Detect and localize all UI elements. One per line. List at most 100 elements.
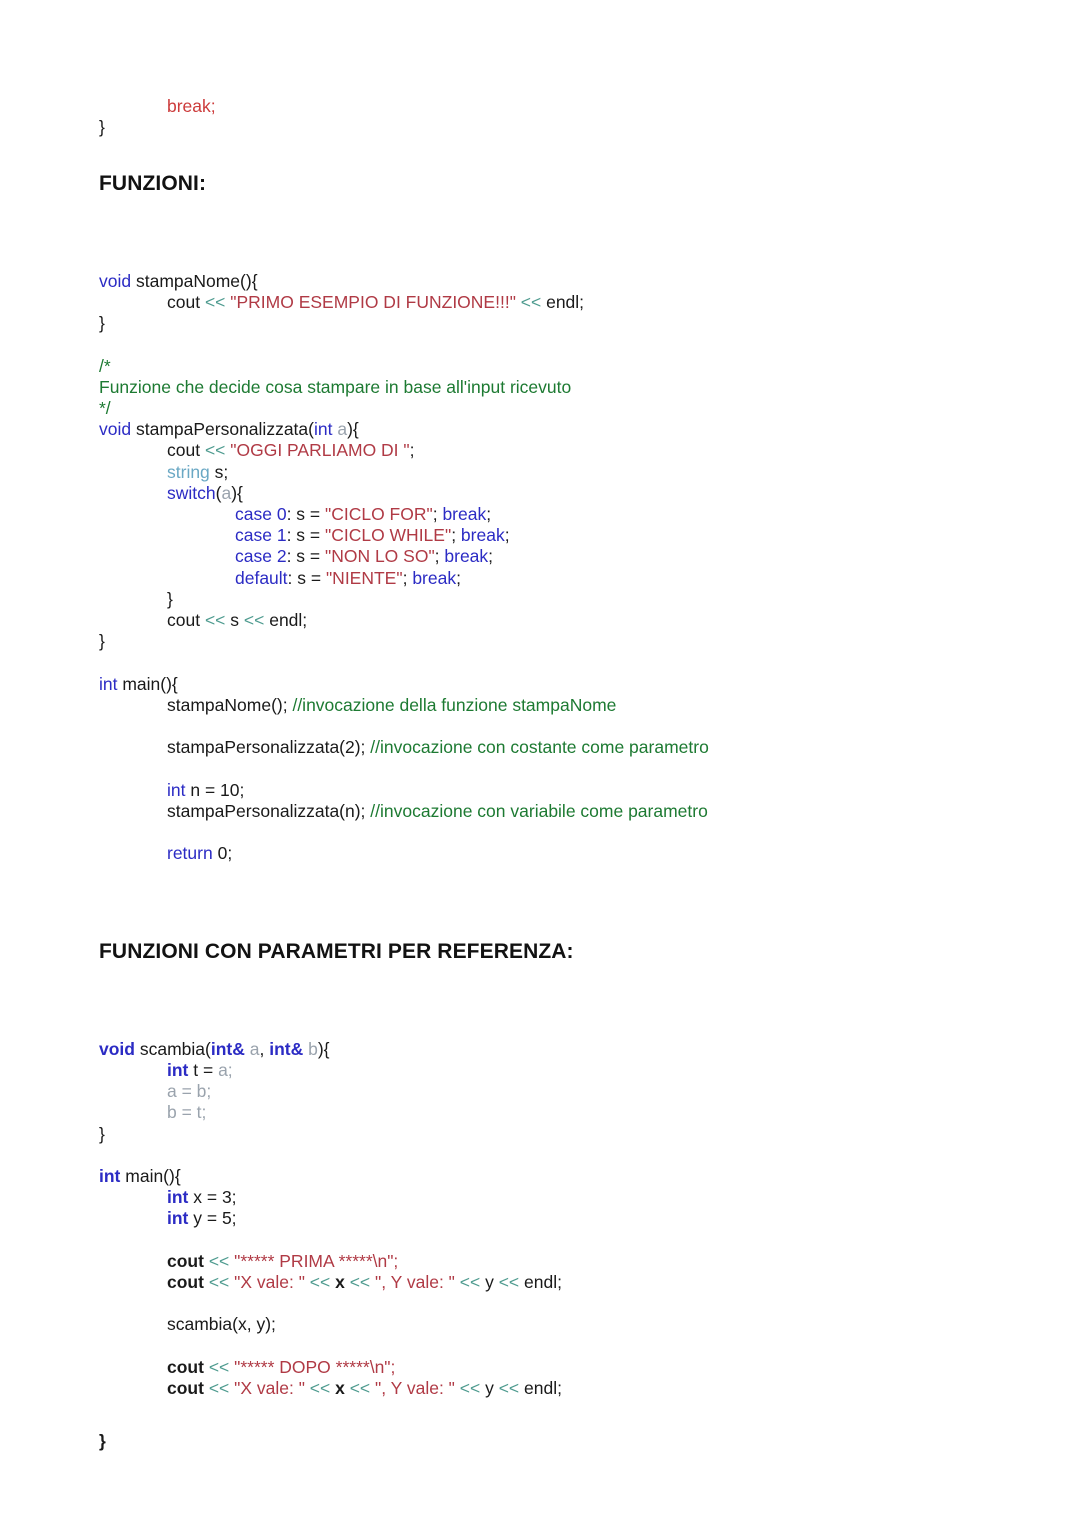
keyword-int: int [167,779,186,800]
cout-token: cout [167,1250,209,1271]
assignment-b: b = t; [167,1102,207,1123]
function-name-main: main(){ [120,1165,181,1186]
keyword-int: int [167,1187,189,1208]
code-line-case-1: case 1: s = "CICLO WHILE"; break; [99,525,999,546]
code-line-scambia-signature: void scambia(int& a, int& b){ [99,1039,999,1060]
close-paren-brace: ){ [317,1038,330,1059]
keyword-int-ref: int& [210,1038,245,1059]
keyword-void: void [99,419,132,440]
parameter-a: a [244,1038,260,1059]
function-name-stampanome: stampaNome(){ [131,270,258,291]
parameter-a: a [332,419,348,440]
keyword-void: void [99,270,132,291]
code-line-main2-close: } [99,1431,999,1452]
case-label: default [235,567,288,588]
inline-comment: //invocazione della funzione stampaNome [292,694,617,715]
code-line-cout-values-dopo: cout << "X vale: " << x << ", Y vale: " … [99,1378,999,1399]
code-line-decl-x: int x = 3; [99,1187,999,1208]
close-brace: } [99,631,105,652]
string-literal: "PRIMO ESEMPIO DI FUNZIONE!!!" [225,291,521,312]
cout-token: cout [167,291,205,312]
semicolon: ; [409,440,415,461]
code-line-call-scambia: scambia(x, y); [99,1314,999,1335]
cout-token: cout [167,1356,209,1377]
variable-x: x [330,1271,350,1292]
stream-operator: << [204,440,226,461]
comment-text: Funzione che decide cosa stampare in bas… [99,376,572,397]
code-line-scambia-close: } [99,1124,999,1145]
code-line-cout-values-prima: cout << "X vale: " << x << ", Y vale: " … [99,1272,999,1293]
close-brace: } [167,588,173,609]
code-line-switch-close: } [99,589,999,610]
case-assign: : s = [286,546,325,567]
code-line-stampanome-cout: cout << "PRIMO ESEMPIO DI FUNZIONE!!!" <… [99,292,999,313]
function-call: stampaNome(); [167,694,293,715]
break-keyword: break [442,504,487,524]
close-brace: } [99,313,105,334]
string-literal: "X vale: " [229,1377,310,1398]
string-literal: "NON LO SO" [324,546,435,567]
endl-token: endl; [264,610,308,631]
cout-token: cout [167,1271,209,1292]
keyword-return: return [167,843,213,864]
case-label: case 0 [235,504,287,524]
comment-open: /* [99,355,111,376]
variable-x: x = 3; [188,1187,237,1208]
cout-token: cout [167,440,205,461]
variable-y: y [480,1271,499,1292]
return-value: 0; [212,843,233,864]
stream-operator: << [208,1377,230,1398]
function-name-scambia: scambia( [134,1038,211,1059]
variable-n: n = 10; [185,779,245,800]
code-line-stampanome-signature: void stampaNome(){ [99,271,999,292]
code-line-assign-a: a = b; [99,1081,999,1102]
semicolon: ; [456,567,461,588]
code-line-stampanome-close: } [99,313,999,334]
close-brace: } [99,117,105,138]
assignment-a: a = b; [167,1081,212,1102]
case-assign: : s = [286,525,325,546]
case-assign: : s = [287,567,326,588]
string-literal: "CICLO WHILE" [324,525,452,546]
code-line-main2-signature: int main(){ [99,1166,999,1187]
comma: , [259,1038,270,1059]
cout-token: cout [167,610,205,631]
string-literal: "***** PRIMA *****\n"; [229,1250,399,1271]
function-name-main: main(){ [117,673,178,694]
separator: ; [432,504,443,524]
stream-operator: << [349,1377,371,1398]
variable-s: s [225,610,244,631]
code-line-case-default: default: s = "NIENTE"; break; [99,568,999,589]
code-line-close-brace-top: } [99,117,999,138]
keyword-void: void [99,1038,135,1059]
stream-operator: << [459,1271,481,1292]
code-line-comment-open: /* [99,356,999,377]
stream-operator: << [208,1271,230,1292]
code-line-assign-b: b = t; [99,1102,999,1123]
close-brace: } [99,1431,106,1452]
case-label: case 1 [235,525,287,546]
stream-operator: << [498,1377,520,1398]
document-content: break; } FUNZIONI: void stampaNome(){ co… [99,96,999,1453]
code-line-cout-prima: cout << "***** PRIMA *****\n"; [99,1251,999,1272]
stream-operator: << [208,1250,230,1271]
value-a: a; [218,1059,233,1080]
parameter-b: b [303,1038,318,1059]
string-literal: ", Y vale: " [370,1377,460,1398]
code-line-case-0: case 0: s = "CICLO FOR"; break; [99,504,999,525]
code-line-decl-t: int t = a; [99,1060,999,1081]
code-line-cout-oggi: cout << "OGGI PARLIAMO DI "; [99,440,999,461]
cout-token: cout [167,1377,209,1398]
switch-parameter: a [221,482,232,503]
endl-token: endl; [519,1271,562,1292]
break-keyword: break [444,546,489,567]
break-keyword: break; [167,96,216,116]
separator: ; [402,567,413,588]
case-assign: : s = [286,504,325,524]
